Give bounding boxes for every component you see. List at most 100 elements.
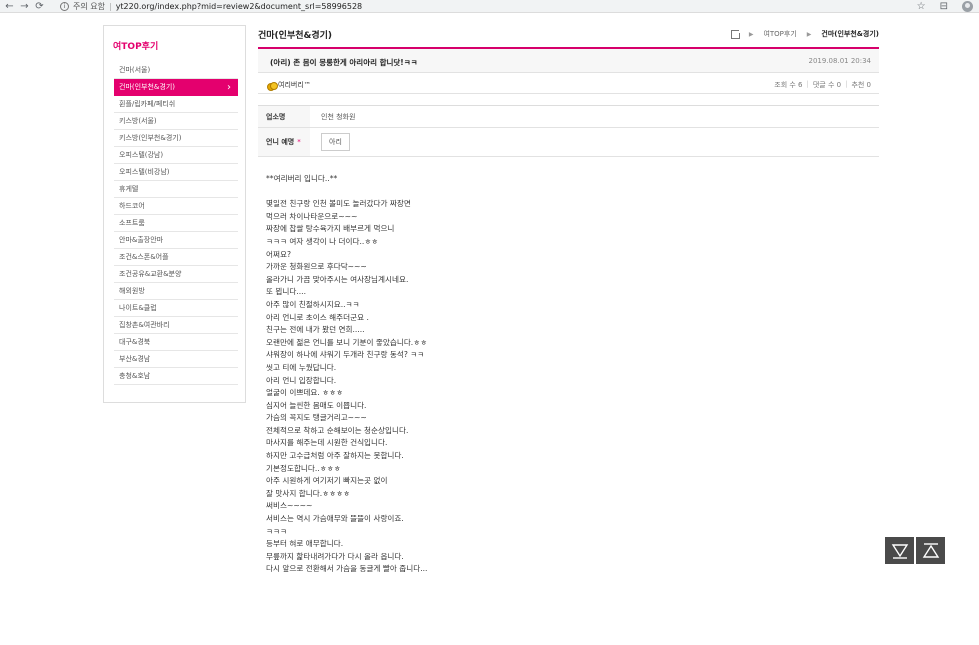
browser-toolbar: ← → ⟳ i 주의 요함 | yt220.org/index.php?mid=… bbox=[0, 0, 979, 13]
sidebar: 여TOP후기 건마(서울)건마(인부천&경기)휜플/립카페/페티쉬키스방(서울)… bbox=[103, 25, 246, 403]
breadcrumb-arrow-icon: ▶ bbox=[748, 30, 754, 38]
sidebar-item[interactable]: 오피스텔(강남) bbox=[114, 147, 238, 164]
post-meta: 여리버리™ 조회 수 6 | 댓글 수 0 | 추천 0 bbox=[258, 74, 879, 94]
breadcrumb-current[interactable]: 건마(인부천&경기) bbox=[821, 29, 879, 39]
browser-actions: ☆ ⊟ bbox=[917, 0, 973, 13]
sidebar-item[interactable]: 부산&경남 bbox=[114, 351, 238, 368]
post-body-line: 하지만 고수급처럼 아주 잘하지는 못합니다. bbox=[266, 451, 404, 461]
sidebar-item[interactable]: 조건공유&교환&분양 bbox=[114, 266, 238, 283]
extra-info-table: 업소명 인천 청화원 언니 예명 * 아리 bbox=[258, 105, 879, 157]
home-icon[interactable] bbox=[730, 30, 740, 39]
sidebar-item[interactable]: 건마(인부천&경기) bbox=[114, 79, 238, 96]
post-body-line: 기본정도합니다..ㅎㅎㅎ bbox=[266, 463, 341, 473]
post-body-line: 잘 맛사지 합니다.ㅎㅎㅎㅎ bbox=[266, 488, 351, 498]
post-header: (아리) 존 몸이 몽롱한게 아리아리 합니닷!ㅋㅋ 2019.08.01 20… bbox=[258, 47, 879, 73]
board-title: 건마(인부천&경기) bbox=[258, 31, 333, 41]
post-body-line: 어쩌요? bbox=[266, 249, 291, 259]
post-body-line: 오랜만에 젊은 언니를 보니 기분이 좋았습니다.ㅎㅎ bbox=[266, 337, 428, 347]
sidebar-item[interactable]: 휜플/립카페/페티쉬 bbox=[114, 96, 238, 113]
url-text[interactable]: yt220.org/index.php?mid=review2&document… bbox=[116, 2, 362, 11]
post-body-line: 먹으러 차이나타운으로~~~ bbox=[266, 211, 358, 221]
scroll-up-icon bbox=[922, 542, 939, 558]
post-body-line: 무릎까지 핥타내려가다가 다시 올라 옵니다. bbox=[266, 551, 404, 561]
reload-icon[interactable]: ⟳ bbox=[34, 1, 45, 12]
like-count: 추천 0 bbox=[851, 81, 871, 89]
post-body: **여리버리 입니다..** 몇일전 친구랑 인천 볼미도 놀러갔다가 짜장면 먹… bbox=[266, 173, 876, 576]
post-body-line: 마사지를 해주는데 시원한 건식입니다. bbox=[266, 438, 388, 448]
breadcrumb: ▶ 여TOP후기 ▶ 건마(인부천&경기) bbox=[730, 29, 879, 39]
scroll-down-icon bbox=[891, 543, 908, 559]
girl-label: 언니 예명 bbox=[266, 138, 295, 146]
girl-label-cell: 언니 예명 * bbox=[258, 128, 310, 156]
post-body-line: 아리 언니 입장합니다. bbox=[266, 375, 337, 385]
sidebar-item[interactable]: 건마(서울) bbox=[114, 62, 238, 79]
post-body-line: 가슴의 꼭지도 탱글거리고~~~ bbox=[266, 413, 367, 423]
sidebar-item[interactable]: 대구&경북 bbox=[114, 334, 238, 351]
member-level-icon bbox=[267, 81, 278, 91]
post-body-line: 얼굴이 이쁘데요. ㅎㅎㅎ bbox=[266, 388, 344, 398]
post-date: 2019.08.01 20:34 bbox=[808, 57, 871, 65]
post-body-line: 서비스는 역시 가슴애무와 뜰뜰이 사랑이죠. bbox=[266, 514, 404, 524]
security-label: 주의 요함 bbox=[73, 2, 105, 11]
comment-count: 댓글 수 0 bbox=[812, 81, 842, 89]
sidebar-item[interactable]: 키스방(인부천&경기) bbox=[114, 130, 238, 147]
scroll-down-button[interactable] bbox=[884, 536, 915, 565]
address-separator: | bbox=[108, 2, 112, 11]
profile-avatar-icon[interactable] bbox=[962, 1, 973, 12]
sidebar-item[interactable]: 집창촌&여관바리 bbox=[114, 317, 238, 334]
sidebar-item[interactable]: 조건&스폰&어플 bbox=[114, 249, 238, 266]
back-icon[interactable]: ← bbox=[4, 1, 15, 12]
post-body-line: 올라가니 가끔 맞아주시는 여사장님계시네요. bbox=[266, 274, 409, 284]
post-body-line: 아주 시원하게 여기저기 빠지는곳 없이 bbox=[266, 476, 388, 486]
stats-separator: | bbox=[806, 80, 809, 88]
forward-icon[interactable]: → bbox=[19, 1, 30, 12]
post-body-line: 아리 언니로 초이스 해주더군요 . bbox=[266, 312, 369, 322]
author-name[interactable]: 여리버리™ bbox=[278, 80, 311, 90]
post-body-line: 씻고 티에 누웠답니다. bbox=[266, 362, 337, 372]
sidebar-item[interactable]: 키스방(서울) bbox=[114, 113, 238, 130]
required-mark: * bbox=[297, 138, 301, 146]
post-body-line: 심지어 늘씬한 몸매도 이쁩니다. bbox=[266, 400, 367, 410]
girl-tag[interactable]: 아리 bbox=[321, 133, 350, 151]
post-body-line: 써비스~~~~ bbox=[266, 501, 313, 511]
shop-label: 업소명 bbox=[258, 106, 310, 127]
post-body-line: ㅋㅋㅋ 여자 생각이 나 더이다..ㅎㅎ bbox=[266, 236, 379, 246]
post-stats: 조회 수 6 | 댓글 수 0 | 추천 0 bbox=[774, 80, 871, 90]
sidebar-item[interactable]: 충청&호남 bbox=[114, 368, 238, 385]
post-body-line: 아주 많이 친절하시지요..ㅋㅋ bbox=[266, 299, 360, 309]
scroll-buttons bbox=[884, 536, 946, 565]
post-body-line: ㅋㅋㅋ bbox=[266, 526, 287, 536]
bookmark-star-icon[interactable]: ☆ bbox=[917, 1, 926, 12]
post-body-line: **여리버리 입니다..** bbox=[266, 174, 338, 183]
sidebar-item[interactable]: 오피스텔(비강남) bbox=[114, 164, 238, 181]
sidebar-item[interactable]: 소프트룸 bbox=[114, 215, 238, 232]
scroll-up-button[interactable] bbox=[915, 536, 946, 565]
post-body-line: 짜장에 찹쌀 탕수육가지 배부르게 먹으니 bbox=[266, 224, 395, 234]
sidebar-item[interactable]: 휴게텔 bbox=[114, 181, 238, 198]
info-row-shop: 업소명 인천 청화원 bbox=[258, 106, 879, 128]
post-body-line: 친구는 전에 내가 봤던 연희..... bbox=[266, 325, 365, 335]
post-body-line: 가까운 청화원으로 후다닥~~~ bbox=[266, 262, 367, 272]
girl-value-cell: 아리 bbox=[310, 128, 879, 156]
address-bar[interactable]: i 주의 요함 | yt220.org/index.php?mid=review… bbox=[60, 1, 900, 12]
post-body-line: 등부터 혀로 애무합니다. bbox=[266, 539, 344, 549]
post-body-line: 전체적으로 착하고 순해보이는 청순상입니다. bbox=[266, 425, 409, 435]
info-row-girl: 언니 예명 * 아리 bbox=[258, 128, 879, 157]
breadcrumb-arrow-icon: ▶ bbox=[806, 30, 812, 38]
extension-icon[interactable]: ⊟ bbox=[940, 1, 948, 12]
post-body-line: 몇일전 친구랑 인천 볼미도 놀러갔다가 짜장면 bbox=[266, 199, 411, 209]
sidebar-item[interactable]: 하드코어 bbox=[114, 198, 238, 215]
stats-separator: | bbox=[845, 80, 848, 88]
breadcrumb-item[interactable]: 여TOP후기 bbox=[763, 29, 796, 39]
sidebar-menu: 건마(서울)건마(인부천&경기)휜플/립카페/페티쉬키스방(서울)키스방(인부천… bbox=[114, 62, 238, 385]
info-icon[interactable]: i bbox=[60, 2, 69, 11]
sidebar-item[interactable]: 나이트&클럽 bbox=[114, 300, 238, 317]
sidebar-item[interactable]: 해외원방 bbox=[114, 283, 238, 300]
post-body-line bbox=[266, 186, 876, 199]
post-body-line: 다시 앞으로 전환해서 가슴을 동글게 빨아 줍니다... bbox=[266, 564, 428, 574]
sidebar-item[interactable]: 안마&출장안마 bbox=[114, 232, 238, 249]
shop-value: 인천 청화원 bbox=[321, 112, 356, 121]
author[interactable]: 여리버리™ bbox=[267, 80, 311, 91]
post-title: (아리) 존 몸이 몽롱한게 아리아리 합니닷!ㅋㅋ bbox=[270, 58, 418, 67]
view-count: 조회 수 6 bbox=[774, 81, 803, 89]
